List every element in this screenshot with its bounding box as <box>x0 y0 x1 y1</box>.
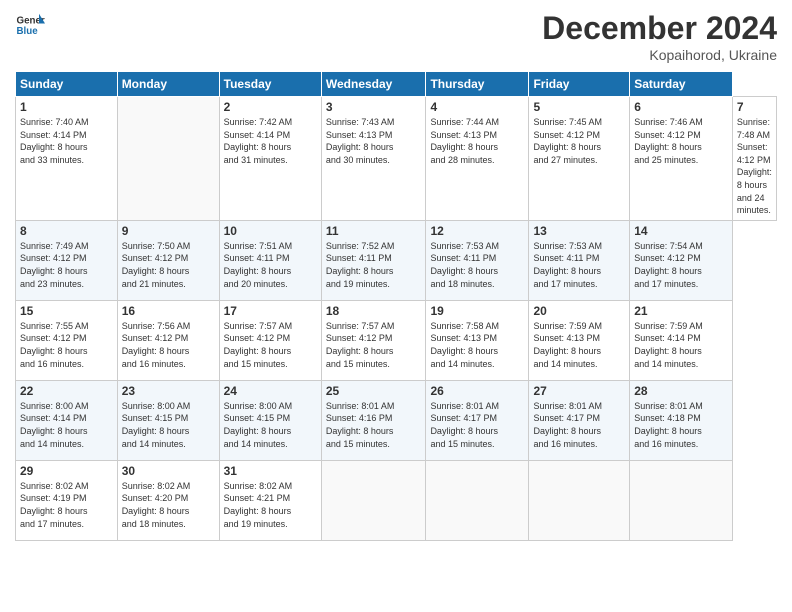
table-row <box>529 460 630 540</box>
table-row: 18Sunrise: 7:57 AMSunset: 4:12 PMDayligh… <box>321 300 426 380</box>
table-row: 2Sunrise: 7:42 AMSunset: 4:14 PMDaylight… <box>219 97 321 221</box>
location: Kopaihorod, Ukraine <box>542 47 777 63</box>
table-row: 27Sunrise: 8:01 AMSunset: 4:17 PMDayligh… <box>529 380 630 460</box>
table-row: 7Sunrise: 7:48 AMSunset: 4:12 PMDaylight… <box>732 97 776 221</box>
table-row <box>321 460 426 540</box>
table-row: 24Sunrise: 8:00 AMSunset: 4:15 PMDayligh… <box>219 380 321 460</box>
header-row: Sunday Monday Tuesday Wednesday Thursday… <box>16 72 777 97</box>
col-tuesday: Tuesday <box>219 72 321 97</box>
table-row <box>426 460 529 540</box>
table-row: 22Sunrise: 8:00 AMSunset: 4:14 PMDayligh… <box>16 380 118 460</box>
week-row-3: 15Sunrise: 7:55 AMSunset: 4:12 PMDayligh… <box>16 300 777 380</box>
table-row: 29Sunrise: 8:02 AMSunset: 4:19 PMDayligh… <box>16 460 118 540</box>
col-wednesday: Wednesday <box>321 72 426 97</box>
table-row: 21Sunrise: 7:59 AMSunset: 4:14 PMDayligh… <box>630 300 733 380</box>
table-row: 4Sunrise: 7:44 AMSunset: 4:13 PMDaylight… <box>426 97 529 221</box>
calendar-table: Sunday Monday Tuesday Wednesday Thursday… <box>15 71 777 541</box>
table-row <box>630 460 733 540</box>
col-thursday: Thursday <box>426 72 529 97</box>
table-row <box>117 97 219 221</box>
table-row: 20Sunrise: 7:59 AMSunset: 4:13 PMDayligh… <box>529 300 630 380</box>
table-row: 30Sunrise: 8:02 AMSunset: 4:20 PMDayligh… <box>117 460 219 540</box>
logo: General Blue <box>15 10 45 40</box>
header: General Blue December 2024 Kopaihorod, U… <box>15 10 777 63</box>
table-row: 3Sunrise: 7:43 AMSunset: 4:13 PMDaylight… <box>321 97 426 221</box>
col-monday: Monday <box>117 72 219 97</box>
table-row: 9Sunrise: 7:50 AMSunset: 4:12 PMDaylight… <box>117 220 219 300</box>
table-row: 31Sunrise: 8:02 AMSunset: 4:21 PMDayligh… <box>219 460 321 540</box>
table-row: 6Sunrise: 7:46 AMSunset: 4:12 PMDaylight… <box>630 97 733 221</box>
calendar-page: General Blue December 2024 Kopaihorod, U… <box>0 0 792 612</box>
table-row: 1Sunrise: 7:40 AMSunset: 4:14 PMDaylight… <box>16 97 118 221</box>
table-row: 28Sunrise: 8:01 AMSunset: 4:18 PMDayligh… <box>630 380 733 460</box>
table-row: 8Sunrise: 7:49 AMSunset: 4:12 PMDaylight… <box>16 220 118 300</box>
table-row: 10Sunrise: 7:51 AMSunset: 4:11 PMDayligh… <box>219 220 321 300</box>
month-title: December 2024 <box>542 10 777 47</box>
table-row: 16Sunrise: 7:56 AMSunset: 4:12 PMDayligh… <box>117 300 219 380</box>
week-row-4: 22Sunrise: 8:00 AMSunset: 4:14 PMDayligh… <box>16 380 777 460</box>
logo-icon: General Blue <box>15 10 45 40</box>
week-row-5: 29Sunrise: 8:02 AMSunset: 4:19 PMDayligh… <box>16 460 777 540</box>
week-row-1: 1Sunrise: 7:40 AMSunset: 4:14 PMDaylight… <box>16 97 777 221</box>
table-row: 12Sunrise: 7:53 AMSunset: 4:11 PMDayligh… <box>426 220 529 300</box>
table-row: 26Sunrise: 8:01 AMSunset: 4:17 PMDayligh… <box>426 380 529 460</box>
table-row: 17Sunrise: 7:57 AMSunset: 4:12 PMDayligh… <box>219 300 321 380</box>
table-row: 25Sunrise: 8:01 AMSunset: 4:16 PMDayligh… <box>321 380 426 460</box>
table-row: 14Sunrise: 7:54 AMSunset: 4:12 PMDayligh… <box>630 220 733 300</box>
table-row: 13Sunrise: 7:53 AMSunset: 4:11 PMDayligh… <box>529 220 630 300</box>
table-row: 5Sunrise: 7:45 AMSunset: 4:12 PMDaylight… <box>529 97 630 221</box>
svg-text:Blue: Blue <box>17 26 39 37</box>
table-row: 15Sunrise: 7:55 AMSunset: 4:12 PMDayligh… <box>16 300 118 380</box>
col-sunday: Sunday <box>16 72 118 97</box>
week-row-2: 8Sunrise: 7:49 AMSunset: 4:12 PMDaylight… <box>16 220 777 300</box>
col-saturday: Saturday <box>630 72 733 97</box>
title-block: December 2024 Kopaihorod, Ukraine <box>542 10 777 63</box>
table-row: 19Sunrise: 7:58 AMSunset: 4:13 PMDayligh… <box>426 300 529 380</box>
table-row: 23Sunrise: 8:00 AMSunset: 4:15 PMDayligh… <box>117 380 219 460</box>
col-friday: Friday <box>529 72 630 97</box>
table-row: 11Sunrise: 7:52 AMSunset: 4:11 PMDayligh… <box>321 220 426 300</box>
